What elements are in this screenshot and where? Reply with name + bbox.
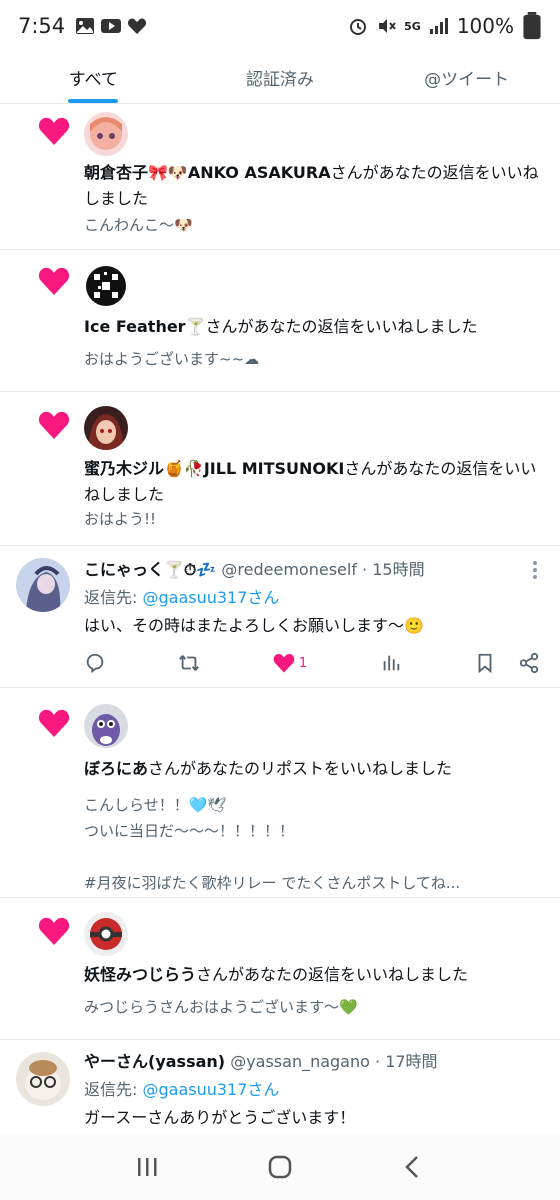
like-notification[interactable]: Ice Feather🍸さんがあなたの返信をいいねしました おはようございます~… bbox=[0, 250, 560, 392]
liker-name[interactable]: 朝倉杏子🎀🐶ANKO ASAKURA bbox=[84, 163, 331, 182]
heart-icon bbox=[38, 917, 70, 945]
author-handle[interactable]: @yassan_nagano bbox=[230, 1052, 370, 1071]
notification-action: さんがあなたの返信をいいねしました bbox=[196, 965, 469, 984]
reply-button[interactable] bbox=[84, 652, 106, 674]
status-bar: 7:54 5G 100% bbox=[0, 0, 560, 52]
notification-preview: こんしらせ！！🩵🕊 ついに当日だ〜〜〜！！！！！ #月夜に羽ばたく歌枠リレー で… bbox=[84, 796, 461, 892]
avatar[interactable] bbox=[16, 1052, 70, 1106]
share-icon[interactable] bbox=[518, 652, 540, 674]
like-notification[interactable]: 朝倉杏子🎀🐶ANKO ASAKURAさんがあなたの返信をいいねしました こんわん… bbox=[0, 104, 560, 250]
author-handle[interactable]: @redeemoneself bbox=[221, 560, 357, 579]
heart-icon bbox=[38, 117, 70, 145]
like-notification[interactable]: ぼろにあさんがあなたのリポストをいいねしました こんしらせ！！🩵🕊 ついに当日だ… bbox=[0, 688, 560, 898]
reply-context: 返信先: @gaasuu317さん bbox=[84, 1080, 280, 1099]
status-time: 7:54 bbox=[18, 14, 66, 38]
image-icon bbox=[75, 17, 95, 35]
avatar[interactable] bbox=[16, 558, 70, 612]
notification-preview: おはよう!! bbox=[84, 510, 157, 528]
retweet-icon bbox=[179, 655, 200, 671]
notification-action: さんがあなたの返信をいいねしました bbox=[205, 317, 478, 336]
author-name[interactable]: やーさん(yassan) bbox=[84, 1052, 225, 1071]
home-button[interactable] bbox=[260, 1147, 300, 1187]
notification-preview: おはようございます~~☁ bbox=[84, 350, 260, 368]
reply-icon bbox=[86, 653, 104, 674]
liker-name[interactable]: 妖怪みつじらう bbox=[84, 965, 196, 984]
like-notification[interactable]: 妖怪みつじらうさんがあなたの返信をいいねしました みつじらうさんおはようございま… bbox=[0, 898, 560, 1040]
heart-icon bbox=[38, 411, 70, 439]
back-icon bbox=[405, 1156, 419, 1178]
network-label: 5G bbox=[404, 19, 421, 33]
author-name[interactable]: こにゃっく🍸⏱💤 bbox=[84, 560, 216, 579]
like-button[interactable]: 1 bbox=[273, 652, 307, 674]
tweet-time: · 17時間 bbox=[375, 1052, 438, 1071]
notification-action: さんがあなたのリポストをいいねしました bbox=[148, 759, 453, 778]
reply-mention-link[interactable]: @gaasuu317さん bbox=[142, 588, 279, 607]
mute-icon bbox=[376, 17, 396, 35]
analytics-icon bbox=[383, 655, 399, 671]
avatar[interactable] bbox=[84, 704, 128, 748]
avatar[interactable] bbox=[84, 912, 128, 956]
tab-all[interactable]: すべて bbox=[0, 52, 187, 103]
tweet[interactable]: こにゃっく🍸⏱💤 @redeemoneself · 15時間 返信先: @gaa… bbox=[0, 546, 560, 688]
battery-icon bbox=[522, 11, 542, 39]
avatar[interactable] bbox=[84, 264, 128, 308]
tweet-body: はい、その時はまたよろしくお願いします〜🙂 bbox=[84, 616, 424, 635]
back-button[interactable] bbox=[393, 1147, 433, 1187]
heart-icon bbox=[38, 709, 70, 737]
retweet-button[interactable] bbox=[178, 652, 200, 674]
bookmark-icon[interactable] bbox=[474, 652, 496, 674]
heart-icon bbox=[273, 654, 295, 673]
views-button[interactable] bbox=[380, 652, 402, 674]
like-count: 1 bbox=[298, 655, 308, 671]
signal-icon bbox=[429, 17, 449, 35]
more-options-icon[interactable] bbox=[532, 560, 538, 580]
reply-context: 返信先: @gaasuu317さん bbox=[84, 588, 280, 607]
tweet-time: · 15時間 bbox=[362, 560, 425, 579]
heart-icon bbox=[38, 267, 70, 295]
notification-tabs: すべて 認証済み @ツイート bbox=[0, 52, 560, 104]
alarm-icon bbox=[348, 17, 368, 35]
notification-feed: 朝倉杏子🎀🐶ANKO ASAKURA さんがあなたの返信をいいねしました こんわん… bbox=[0, 104, 560, 1160]
tab-mentions[interactable]: @ツイート bbox=[373, 52, 560, 103]
avatar[interactable] bbox=[84, 112, 128, 156]
system-nav-bar bbox=[0, 1134, 560, 1200]
recent-apps-button[interactable] bbox=[127, 1147, 167, 1187]
youtube-icon bbox=[101, 17, 122, 35]
tweet-body: ガースーさんありがとうございます！ bbox=[84, 1108, 356, 1127]
battery-level: 100% bbox=[456, 14, 514, 38]
liker-name[interactable]: 蜜乃木ジル🍯🥀JILL MITSUNOKI bbox=[84, 459, 344, 478]
tweet-actions: 1 bbox=[84, 648, 540, 678]
notification-preview: こんわんこ〜🐶 bbox=[84, 216, 193, 234]
recent-apps-icon bbox=[137, 1158, 157, 1176]
liker-name[interactable]: ぼろにあ bbox=[84, 759, 148, 778]
liker-name[interactable]: Ice Feather🍸 bbox=[84, 317, 206, 336]
avatar[interactable] bbox=[84, 406, 128, 450]
tab-verified[interactable]: 認証済み bbox=[187, 52, 374, 103]
heart-status-icon bbox=[127, 17, 147, 35]
home-icon bbox=[268, 1155, 292, 1179]
notification-preview: みつじらうさんおはようございます〜💚 bbox=[84, 998, 358, 1016]
like-notification[interactable]: 蜜乃木ジル🍯🥀JILL MITSUNOKIさんがあなたの返信をいいねしました お… bbox=[0, 392, 560, 546]
reply-mention-link[interactable]: @gaasuu317さん bbox=[142, 1080, 279, 1099]
